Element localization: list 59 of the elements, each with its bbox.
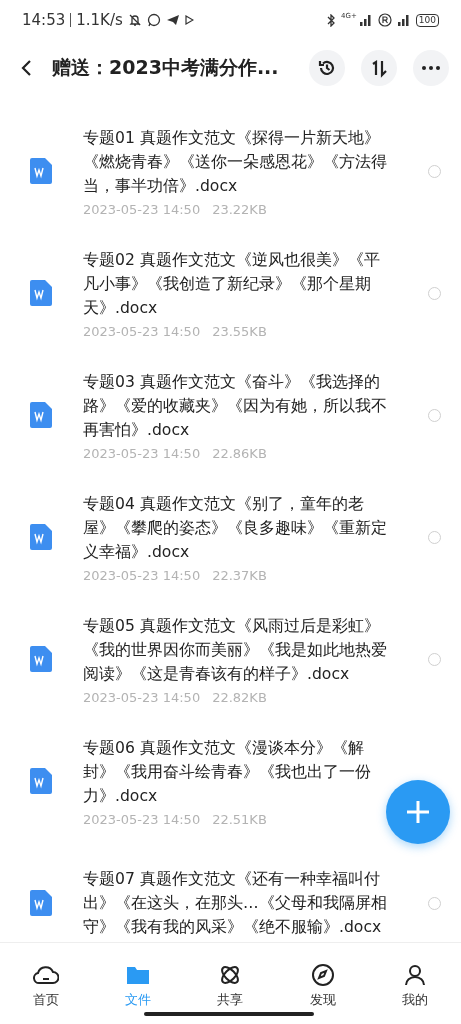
file-row[interactable]: 专题07 真题作文范文《还有一种幸福叫付出》《在这头，在那头…《父母和我隔屏相守》《我有我的风采》《绝不服输》.docx (0, 842, 461, 942)
word-file-icon (30, 890, 52, 916)
word-file-icon (30, 646, 52, 672)
network-speed: 1.1K/s (76, 11, 123, 29)
battery-indicator: 100 (415, 13, 439, 27)
file-size: 23.22KB (212, 201, 267, 217)
file-date: 2023-05-23 14:50 (83, 811, 201, 827)
file-name: 专题04 真题作文范文《别了，童年的老屋》《攀爬的姿态》《良多趣味》《重新定义幸福》.docx (83, 493, 388, 563)
file-name: 专题06 真题作文范文《漫谈本分》《解封》《我用奋斗绘青春》《我也出了一份力》.docx (83, 737, 372, 807)
file-date: 2023-05-23 14:50 (83, 567, 201, 583)
roaming-icon (377, 13, 392, 27)
back-icon[interactable] (20, 59, 32, 77)
file-size: 22.86KB (212, 445, 267, 461)
page-title: 赠送：2023中考满分作... (52, 55, 280, 80)
file-size: 23.55KB (212, 323, 267, 339)
bluetooth-icon (327, 13, 337, 27)
word-file-icon (30, 768, 52, 794)
file-date: 2023-05-23 14:50 (83, 445, 201, 461)
word-file-icon (30, 158, 52, 184)
file-date: 2023-05-23 14:50 (83, 689, 201, 705)
file-size: 22.37KB (212, 567, 267, 583)
send-icon (165, 14, 180, 26)
file-row[interactable]: 专题04 真题作文范文《别了，童年的老屋》《攀爬的姿态》《良多趣味》《重新定义幸福》.docx 2023-05-23 14:50 22.37KB (0, 476, 461, 598)
chat-icon (146, 13, 161, 27)
nav-tab[interactable]: 我的 (384, 963, 445, 1009)
file-name: 专题07 真题作文范文《还有一种幸福叫付出》《在这头，在那头…《父母和我隔屏相守》《我有我的风采》《绝不服输》.docx (83, 869, 388, 938)
nav-tab[interactable]: 首页 (16, 963, 77, 1009)
file-name: 专题03 真题作文范文《奋斗》《我选择的路》《爱的收藏夹》《因为有她，所以我不再害怕》.docx (83, 371, 388, 441)
history-button[interactable] (309, 50, 345, 86)
file-date: 2023-05-23 14:50 (83, 201, 201, 217)
signal-icon (358, 14, 373, 26)
history-icon (317, 58, 337, 78)
file-name: 专题02 真题作文范文《逆风也很美》《平凡小事》《我创造了新纪录》《那个星期天》.docx (83, 249, 381, 319)
play-icon (184, 15, 194, 25)
file-row[interactable]: 专题01 真题作文范文《探得一片新天地》《燃烧青春》《送你一朵感恩花》《方法得当，事半功倍》.docx 2023-05-23 14:50 23.22KB (0, 110, 461, 232)
file-row[interactable]: 专题03 真题作文范文《奋斗》《我选择的路》《爱的收藏夹》《因为有她，所以我不再害怕》.docx 2023-05-23 14:50 22.86KB (0, 354, 461, 476)
more-icon (421, 65, 441, 71)
file-size: 22.51KB (212, 811, 267, 827)
nav-tab[interactable]: 共享 (200, 963, 261, 1009)
nav-tab[interactable]: 发现 (292, 963, 353, 1009)
more-button[interactable] (413, 50, 449, 86)
status-time: 14:53 (22, 11, 66, 29)
file-name: 专题01 真题作文范文《探得一片新天地》《燃烧青春》《送你一朵感恩花》《方法得当，事半功倍》.docx (83, 127, 388, 197)
word-file-icon (30, 402, 52, 428)
file-row[interactable]: 专题05 真题作文范文《风雨过后是彩虹》《我的世界因你而美丽》《我是如此地热爱阅读》《这是青春该有的样子》.docx 2023-05-23 14:50 22.82KB (0, 598, 461, 720)
add-button[interactable] (386, 780, 450, 844)
file-size: 22.82KB (212, 689, 267, 705)
mute-icon (127, 13, 142, 27)
file-row[interactable]: 专题06 真题作文范文《漫谈本分》《解封》《我用奋斗绘青春》《我也出了一份力》.docx 2023-05-23 14:50 22.51KB (0, 720, 461, 842)
word-file-icon (30, 280, 52, 306)
compass-icon (309, 963, 336, 987)
sort-button[interactable] (361, 50, 397, 86)
file-name: 专题05 真题作文范文《风雨过后是彩虹》《我的世界因你而美丽》《我是如此地热爱阅读》《这是青春该有的样子》.docx (83, 615, 388, 685)
file-date: 2023-05-23 14:50 (83, 323, 201, 339)
file-row[interactable]: 专题02 真题作文范文《逆风也很美》《平凡小事》《我创造了新纪录》《那个星期天》.docx 2023-05-23 14:50 23.55KB (0, 232, 461, 354)
cloud-icon (33, 963, 60, 987)
word-file-icon (30, 524, 52, 550)
signal-icon (396, 14, 411, 26)
plus-icon (405, 799, 431, 825)
